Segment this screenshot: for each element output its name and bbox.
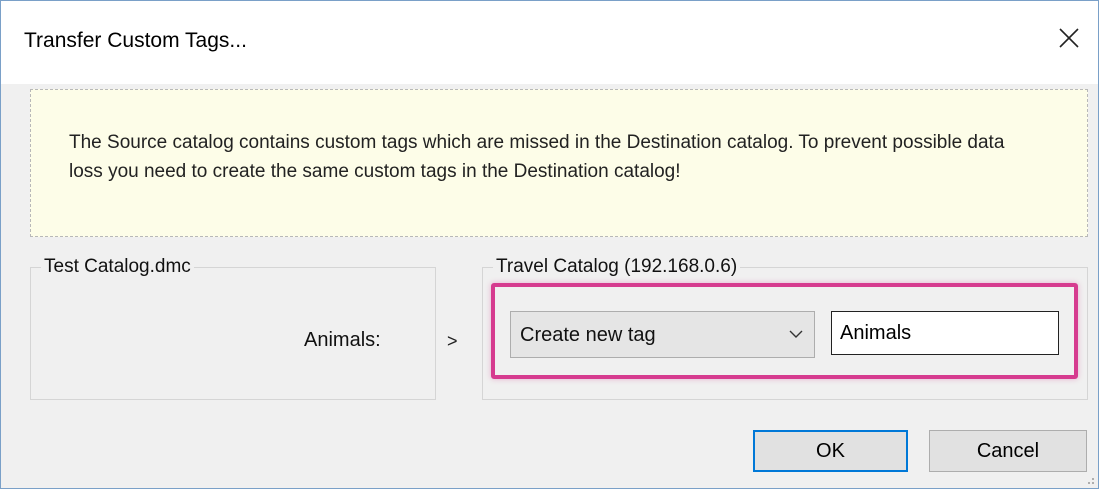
dialog-title: Transfer Custom Tags... [24,29,247,52]
info-message: The Source catalog contains custom tags … [69,132,1005,182]
cancel-button[interactable]: Cancel [929,430,1087,472]
ok-button[interactable]: OK [753,430,908,472]
close-button[interactable] [1046,15,1092,61]
destination-catalog-label: Travel Catalog (192.168.0.6) [496,256,738,277]
info-panel: The Source catalog contains custom tags … [30,89,1088,237]
source-catalog-group: Test Catalog.dmc [30,256,436,400]
chevron-down-icon [789,330,803,338]
tag-name-input[interactable] [831,311,1059,355]
resize-grip-icon[interactable] [1083,473,1095,485]
transfer-custom-tags-dialog: Transfer Custom Tags... The Source catal… [0,0,1099,489]
close-icon [1059,28,1079,48]
source-tag-label: Animals: [304,329,381,351]
mapping-arrow: > [447,331,458,351]
source-catalog-label: Test Catalog.dmc [44,256,191,277]
tag-action-value: Create new tag [520,324,656,346]
tag-action-select[interactable]: Create new tag [510,311,815,358]
title-bar: Transfer Custom Tags... [1,1,1098,84]
